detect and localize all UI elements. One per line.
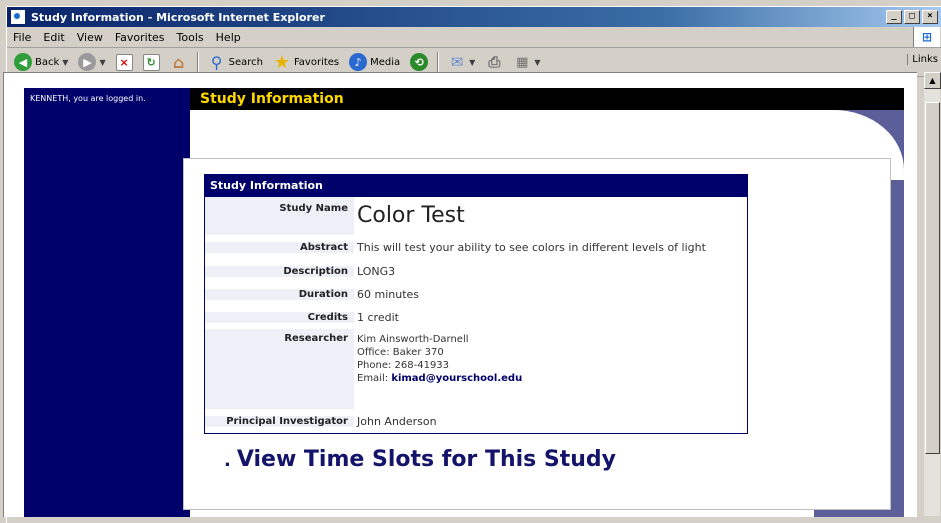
minimize-button[interactable]: _ [886, 10, 902, 24]
table-title: Study Information [205, 175, 747, 197]
toolbar-separator [437, 52, 440, 72]
chevron-down-icon: ▼ [62, 57, 69, 67]
forward-button[interactable]: ▶ ▼ [75, 51, 108, 73]
chevron-down-icon: ▼ [534, 57, 541, 67]
menu-bar: File Edit View Favorites Tools Help ⊞ [7, 27, 941, 48]
label-study-name: Study Name [205, 197, 354, 235]
chevron-down-icon: ▼ [469, 57, 476, 67]
row-researcher: Researcher Kim Ainsworth-Darnell Office:… [205, 329, 747, 409]
windows-logo-icon: ⊞ [913, 27, 940, 47]
menu-tools[interactable]: Tools [171, 31, 210, 44]
value-abstract: This will test your ability to see color… [357, 240, 706, 254]
value-principal-investigator: John Anderson [357, 414, 437, 428]
window-title: Study Information - Microsoft Internet E… [31, 10, 325, 24]
edit-icon: ▦ [516, 54, 529, 70]
media-label: Media [370, 56, 401, 68]
history-button[interactable]: ⟲ [407, 51, 431, 73]
label-abstract: Abstract [205, 241, 354, 253]
row-study-name: Study Name Color Test [205, 197, 747, 235]
label-duration: Duration [205, 289, 354, 300]
row-duration: Duration 60 minutes [205, 283, 747, 306]
back-button[interactable]: ◀ Back ▼ [11, 51, 71, 73]
history-icon: ⟲ [410, 53, 429, 71]
mail-icon: ✉ [450, 53, 464, 71]
favorites-label: Favorites [293, 56, 340, 68]
row-abstract: Abstract This will test your ability to … [205, 235, 747, 259]
links-bar[interactable]: Links [907, 54, 938, 65]
toolbar-separator [196, 52, 199, 72]
row-principal-investigator: Principal Investigator John Anderson [205, 409, 747, 433]
home-button[interactable]: ⌂ [167, 51, 191, 73]
edit-button[interactable]: ▦ ▼ [510, 51, 543, 73]
title-bar: Study Information - Microsoft Internet E… [7, 7, 941, 27]
ie-icon [10, 9, 26, 25]
sidebar: KENNETH, you are logged in. [24, 88, 190, 517]
search-label: Search [228, 56, 263, 68]
email-prefix: Email: [357, 373, 389, 384]
view-time-slots-link[interactable]: . View Time Slots for This Study [224, 447, 616, 472]
forward-arrow-icon: ▶ [78, 53, 97, 71]
researcher-email-line: Email: kimad@yourschool.edu [357, 372, 747, 385]
bullet: . [224, 450, 231, 471]
media-icon: ♪ [349, 53, 368, 71]
researcher-name: Kim Ainsworth-Darnell [357, 334, 469, 345]
value-description: LONG3 [357, 264, 396, 278]
scroll-thumb[interactable] [925, 102, 940, 454]
study-page: KENNETH, you are logged in. Study Inform… [24, 88, 904, 517]
search-icon: ⚲ [210, 52, 223, 72]
media-button[interactable]: ♪ Media [346, 51, 403, 73]
value-study-name: Color Test [357, 203, 465, 228]
menu-view[interactable]: View [71, 31, 109, 44]
row-credits: Credits 1 credit [205, 306, 747, 329]
back-arrow-icon: ◀ [14, 53, 32, 71]
page-viewport: KENNETH, you are logged in. Study Inform… [3, 72, 917, 517]
row-description: Description LONG3 [205, 259, 747, 283]
star-icon: ★ [273, 51, 291, 73]
value-credits: 1 credit [357, 311, 399, 324]
menu-file[interactable]: File [7, 31, 37, 44]
home-icon: ⌂ [172, 52, 185, 72]
banner-title: Study Information [200, 91, 344, 107]
refresh-button[interactable]: ↻ [140, 51, 163, 73]
label-credits: Credits [205, 312, 354, 323]
stop-button[interactable]: × [113, 51, 136, 73]
value-researcher: Kim Ainsworth-Darnell Office: Baker 370 … [354, 329, 747, 409]
search-button[interactable]: ⚲ Search [205, 51, 266, 73]
maximize-button[interactable]: □ [904, 10, 920, 24]
content-card: Study Information Study Name Color Test … [183, 158, 891, 510]
banner: Study Information [190, 88, 904, 110]
label-researcher: Researcher [205, 329, 354, 409]
study-info-table: Study Information Study Name Color Test … [204, 174, 748, 434]
chevron-down-icon: ▼ [99, 57, 106, 67]
close-button[interactable]: × [922, 10, 938, 24]
menu-favorites[interactable]: Favorites [109, 31, 171, 44]
researcher-office: Office: Baker 370 [357, 347, 444, 358]
stop-icon: × [115, 53, 133, 71]
menu-help[interactable]: Help [210, 31, 247, 44]
scroll-up-arrow-icon[interactable]: ▲ [924, 72, 941, 89]
label-principal-investigator: Principal Investigator [205, 415, 354, 427]
table-body: Study Name Color Test Abstract This will… [205, 197, 747, 433]
login-status: KENNETH, you are logged in. [30, 94, 146, 103]
mail-button[interactable]: ✉ ▼ [445, 51, 478, 73]
print-icon: ⎙ [488, 53, 501, 71]
print-button[interactable]: ⎙ [482, 51, 506, 73]
researcher-email-link[interactable]: kimad@yourschool.edu [391, 373, 522, 384]
back-label: Back [35, 56, 60, 68]
label-description: Description [205, 265, 354, 277]
value-duration: 60 minutes [357, 288, 420, 301]
refresh-icon: ↻ [142, 53, 160, 71]
view-time-slots-label: View Time Slots for This Study [236, 447, 617, 472]
vertical-scrollbar[interactable]: ▲ [924, 72, 941, 516]
researcher-phone: Phone: 268-41933 [357, 360, 450, 371]
menu-edit[interactable]: Edit [37, 31, 70, 44]
favorites-button[interactable]: ★ Favorites [270, 51, 342, 73]
